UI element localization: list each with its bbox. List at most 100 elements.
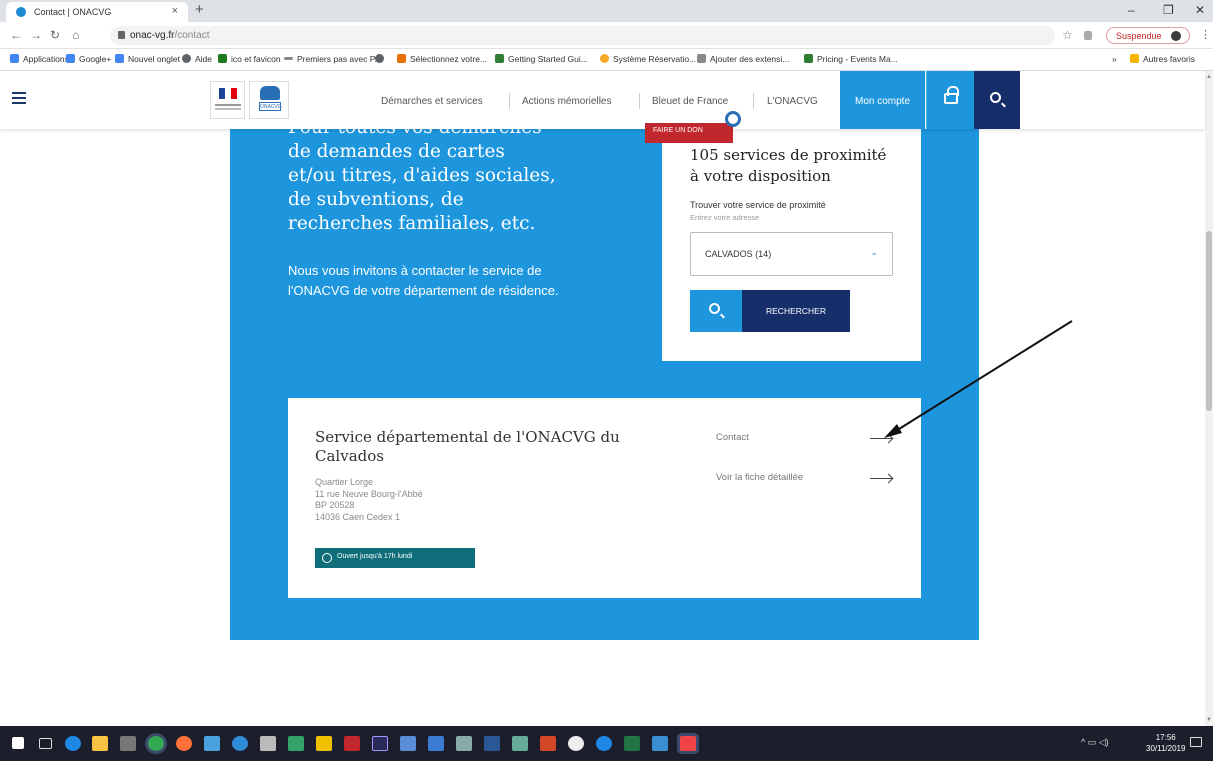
bookmark-favicon[interactable]: ico et favicon [218, 54, 281, 64]
app-icon[interactable] [204, 736, 220, 751]
nav-divider [639, 93, 640, 109]
scroll-up-icon[interactable]: ▲ [1206, 74, 1212, 80]
profile-button[interactable]: Suspendue [1106, 27, 1190, 44]
invite-text: Nous vous invitons à contacter le servic… [288, 263, 559, 298]
powerpoint-icon[interactable] [540, 736, 556, 751]
header-search-button[interactable] [974, 71, 1020, 129]
details-link[interactable]: Voir la fiche détaillée [716, 472, 803, 483]
nav-actions-memorielles[interactable]: Actions mémorielles [522, 96, 611, 107]
hamburger-menu-icon[interactable] [12, 92, 26, 107]
window-close-button[interactable]: ✕ [1195, 3, 1205, 17]
reload-icon[interactable]: ↻ [50, 28, 60, 42]
google-icon [115, 54, 124, 63]
app-icon[interactable] [568, 736, 584, 751]
system-clock[interactable]: 17:56 30/11/2019 [1146, 732, 1185, 754]
bookmark-getting-started[interactable]: Getting Started Gui... [495, 54, 588, 64]
shield-icon [495, 54, 504, 63]
firefox-icon[interactable] [176, 736, 192, 751]
search-icon [709, 303, 720, 314]
bookmark-select[interactable]: Sélectionnez votre... [397, 54, 487, 64]
app-icon[interactable] [120, 736, 136, 751]
app-icon[interactable] [680, 736, 696, 751]
service-card: Service départemental de l'ONACVG du Cal… [288, 398, 921, 598]
nav-onacvg[interactable]: L'ONACVG [767, 96, 818, 107]
app-icon[interactable] [456, 736, 472, 751]
hero-line: recherches familiales, etc. [288, 213, 536, 234]
arrow-right-icon[interactable] [870, 438, 892, 439]
contact-link[interactable]: Contact [716, 432, 749, 443]
proximity-search-card: 105 services de proximité à votre dispos… [662, 129, 921, 361]
bookmark-other-favorites[interactable]: Autres favoris [1130, 54, 1195, 64]
arrow-right-icon[interactable] [870, 478, 892, 479]
donate-button[interactable]: FAIRE UN DON [645, 123, 733, 143]
clock-date: 30/11/2019 [1146, 744, 1186, 753]
scrollbar-thumb[interactable] [1206, 231, 1212, 411]
word-icon[interactable] [484, 736, 500, 751]
tab-close-icon[interactable]: × [172, 5, 178, 17]
bookmark-pricing[interactable]: Pricing - Events Ma... [804, 54, 898, 64]
browser-toolbar: ← → ↻ ⌂ onac-vg.fr/contact ☆ Suspendue ⋮ [0, 22, 1213, 49]
search-icon-button[interactable] [690, 290, 742, 332]
excel-icon[interactable] [624, 736, 640, 751]
secure-lock-icon [118, 31, 125, 39]
department-select[interactable]: CALVADOS (14) ⌄ [690, 232, 893, 276]
bookmark-help[interactable]: Aide [182, 54, 212, 64]
calculator-icon[interactable] [260, 736, 276, 751]
back-arrow-icon[interactable]: ← [10, 28, 22, 42]
bookmark-star-icon[interactable]: ☆ [1062, 28, 1073, 42]
app-icon[interactable] [428, 736, 444, 751]
app-icon[interactable] [316, 736, 332, 751]
chrome-icon[interactable] [148, 736, 164, 751]
app-icon[interactable] [232, 736, 248, 751]
globe-icon [182, 54, 191, 63]
app-icon[interactable] [400, 736, 416, 751]
hero-line: de demandes de cartes [288, 141, 505, 162]
globe-icon [375, 54, 384, 63]
window-maximize-button[interactable]: ❐ [1163, 3, 1174, 17]
scroll-down-icon[interactable]: ▼ [1206, 717, 1212, 723]
home-icon[interactable]: ⌂ [72, 28, 79, 42]
bookmark-extensions[interactable]: Ajouter des extensi... [697, 54, 789, 64]
notification-center-icon[interactable] [1190, 737, 1202, 747]
page-scrollbar[interactable]: ▲ ▼ [1205, 71, 1213, 726]
nav-bleuet[interactable]: Bleuet de France [652, 96, 728, 107]
extension-icon[interactable] [1084, 31, 1092, 40]
dash-icon [284, 57, 293, 60]
bookmark-reservation[interactable]: Système Réservatio... [600, 54, 696, 64]
url-path: /contact [174, 30, 210, 41]
bookmarks-more-button[interactable]: » [1112, 54, 1117, 64]
bookmark-google-plus[interactable]: Google+ [66, 54, 111, 64]
bookmark-globe[interactable] [375, 54, 388, 64]
premiere-icon[interactable] [372, 736, 388, 751]
app-icon[interactable] [652, 736, 668, 751]
browser-tab-strip: Contact | ONACVG × + – ❐ ✕ [0, 0, 1213, 22]
forward-arrow-icon[interactable]: → [30, 28, 42, 42]
filezilla-icon[interactable] [344, 736, 360, 751]
browser-tab[interactable]: Contact | ONACVG × [6, 2, 188, 22]
clock-icon [322, 553, 332, 563]
bookmark-applications[interactable]: Applications [10, 54, 69, 64]
logo-text: ONACVG [259, 102, 282, 111]
url-input[interactable]: onac-vg.fr/contact [110, 26, 1055, 45]
app-icon[interactable] [288, 736, 304, 751]
nav-demarches[interactable]: Démarches et services [381, 96, 483, 107]
bookmark-first-steps[interactable]: Premiers pas avec P... [284, 54, 381, 64]
skype-icon[interactable] [596, 736, 612, 751]
windows-start-icon[interactable] [12, 737, 24, 749]
store-icon[interactable] [92, 736, 108, 751]
onacvg-logo[interactable]: ONACVG [249, 81, 289, 119]
bookmark-new-tab[interactable]: Nouvel onglet [115, 54, 180, 64]
login-button[interactable] [926, 71, 974, 129]
system-tray-icons[interactable]: ^ ▭ ◁) [1081, 737, 1109, 748]
republique-francaise-logo[interactable] [210, 81, 245, 119]
browser-menu-icon[interactable]: ⋮ [1200, 28, 1211, 41]
new-tab-button[interactable]: + [195, 1, 204, 18]
search-button[interactable]: RECHERCHER [742, 290, 850, 332]
edge-icon[interactable] [65, 736, 81, 751]
task-view-icon[interactable] [39, 738, 52, 749]
app-icon[interactable] [512, 736, 528, 751]
windows-taskbar: ^ ▭ ◁) 17:56 30/11/2019 [0, 726, 1213, 761]
account-button[interactable]: Mon compte [840, 71, 925, 129]
google-icon [66, 54, 75, 63]
window-minimize-button[interactable]: – [1128, 3, 1135, 17]
